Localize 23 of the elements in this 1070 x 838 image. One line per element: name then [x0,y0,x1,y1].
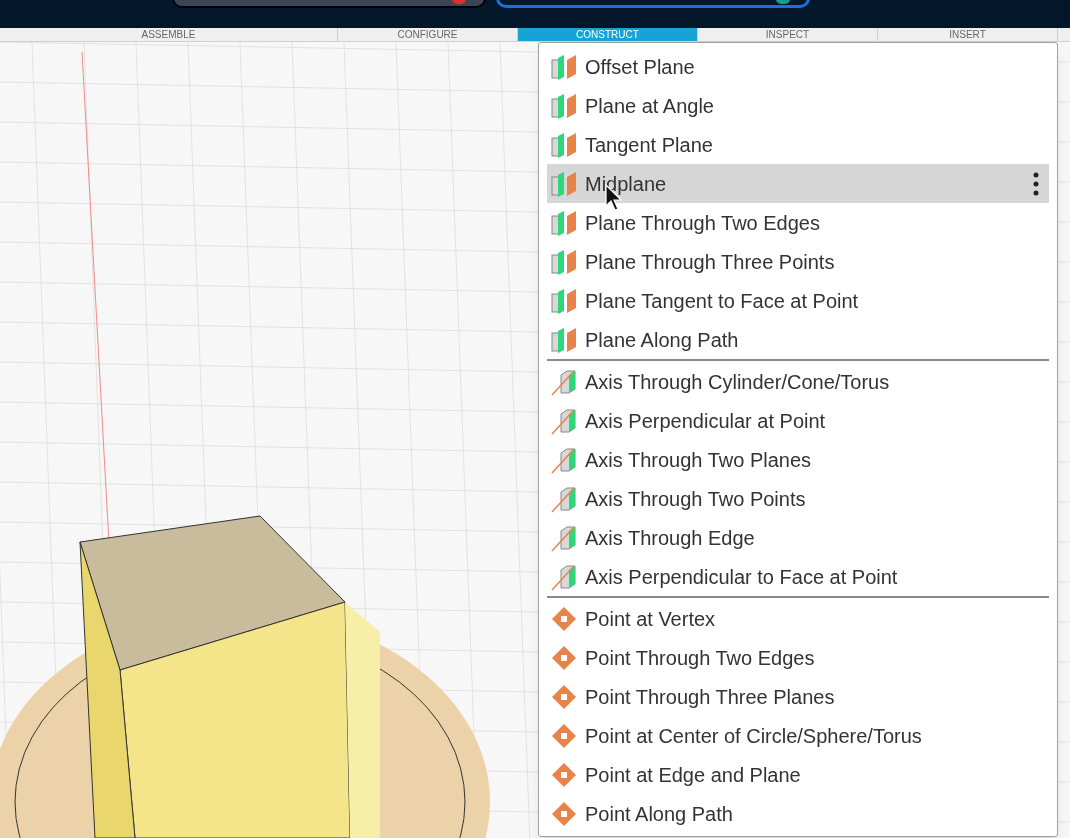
menu-item[interactable]: Offset Plane [547,47,1049,86]
menu-item[interactable]: Point at Edge and Plane [547,755,1049,794]
menu-item[interactable]: Axis Through Cylinder/Cone/Torus [547,362,1049,401]
menu-item[interactable]: Axis Through Edge [547,518,1049,557]
menu-item[interactable]: Point Through Three Planes [547,677,1049,716]
menu-item[interactable]: Point at Vertex [547,599,1049,638]
menu-item[interactable]: Axis Through Two Planes [547,440,1049,479]
menu-item[interactable]: Axis Through Two Points [547,479,1049,518]
menu-item[interactable]: Point at Center of Circle/Sphere/Torus [547,716,1049,755]
tab[interactable]: INSPECT [698,28,878,41]
menu-item[interactable]: Point Through Two Edges [547,638,1049,677]
more-options-icon[interactable] [1033,171,1039,196]
menu-item[interactable]: Axis Perpendicular at Point [547,401,1049,440]
tab[interactable]: ASSEMBLE [0,28,338,41]
tab[interactable]: INSERT [878,28,1058,41]
menu-item[interactable]: Plane at Angle [547,86,1049,125]
menu-item[interactable]: Plane Along Path [547,320,1049,359]
menu-item[interactable]: Axis Perpendicular to Face at Point [547,557,1049,596]
menu-item[interactable]: Plane Through Two Edges [547,203,1049,242]
menu-item[interactable]: Tangent Plane [547,125,1049,164]
menu-item[interactable]: Point Along Path [547,794,1049,833]
menu-item[interactable]: Plane Through Three Points [547,242,1049,281]
menu-item[interactable]: Plane Tangent to Face at Point [547,281,1049,320]
